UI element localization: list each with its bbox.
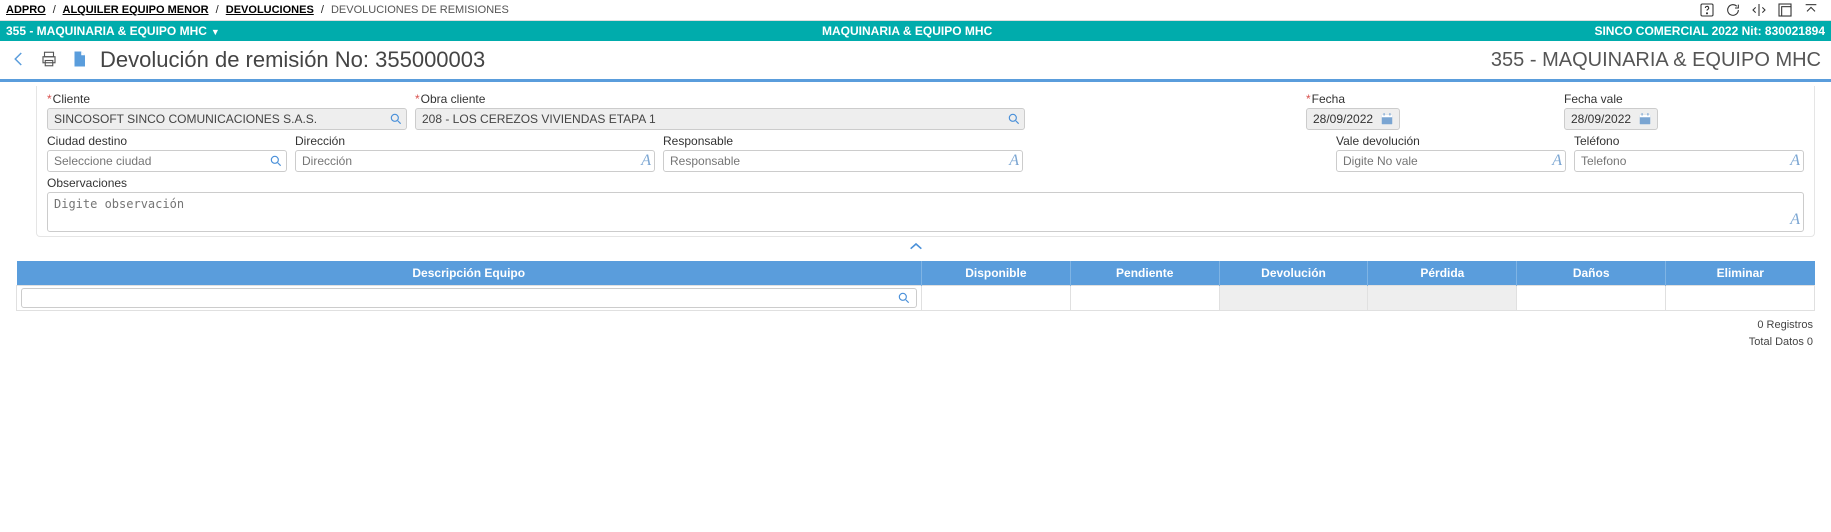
summary-total: Total Datos 0: [0, 334, 1813, 351]
items-table: Descripción Equipo Disponible Pendiente …: [16, 261, 1815, 311]
refresh-icon[interactable]: [1725, 2, 1741, 18]
fechavale-label: Fecha vale: [1564, 92, 1804, 106]
page-context: 355 - MAQUINARIA & EQUIPO MHC: [1491, 49, 1821, 72]
maximize-icon[interactable]: [1777, 2, 1793, 18]
th-disponible: Disponible: [921, 261, 1070, 286]
th-eliminar: Eliminar: [1666, 261, 1815, 286]
cell-eliminar: [1666, 286, 1815, 311]
ciudad-field[interactable]: [47, 150, 287, 172]
license-info: SINCO COMERCIAL 2022 Nit: 830021894: [1594, 24, 1825, 38]
app-title: MAQUINARIA & EQUIPO MHC: [220, 24, 1595, 38]
responsable-field[interactable]: [663, 150, 1023, 172]
cell-devolucion[interactable]: [1219, 286, 1368, 311]
th-descripcion: Descripción Equipo: [17, 261, 922, 286]
text-icon: A: [1790, 153, 1800, 169]
cliente-label: Cliente: [47, 92, 407, 106]
breadcrumb-link-alquiler[interactable]: ALQUILER EQUIPO MENOR: [63, 4, 209, 16]
table-row: [17, 286, 1815, 311]
vale-field[interactable]: [1336, 150, 1566, 172]
breadcrumb-link-adpro[interactable]: ADPRO: [6, 4, 46, 16]
th-pendiente: Pendiente: [1070, 261, 1219, 286]
text-icon: A: [1552, 153, 1562, 169]
direccion-field[interactable]: [295, 150, 655, 172]
ciudad-label: Ciudad destino: [47, 134, 287, 148]
responsable-label: Responsable: [663, 134, 1023, 148]
text-icon: A: [1790, 212, 1800, 228]
cell-disponible: [921, 286, 1070, 311]
page-title: Devolución de remisión No: 355000003: [100, 47, 485, 73]
telefono-field[interactable]: [1574, 150, 1804, 172]
split-icon[interactable]: [1751, 2, 1767, 18]
equipo-search-input[interactable]: [21, 288, 917, 308]
obra-label: Obra cliente: [415, 92, 1025, 106]
telefono-label: Teléfono: [1574, 134, 1804, 148]
print-button[interactable]: [40, 50, 58, 71]
context-dropdown-label: 355 - MAQUINARIA & EQUIPO MHC: [6, 24, 207, 38]
cliente-field[interactable]: [47, 108, 407, 130]
cell-danos: [1517, 286, 1666, 311]
search-icon[interactable]: [897, 291, 911, 308]
document-icon[interactable]: [70, 50, 88, 71]
search-icon[interactable]: [389, 112, 403, 126]
direccion-label: Dirección: [295, 134, 655, 148]
collapse-toggle[interactable]: [0, 237, 1831, 257]
text-icon: A: [641, 153, 651, 169]
vale-label: Vale devolución: [1336, 134, 1566, 148]
obra-field[interactable]: [415, 108, 1025, 130]
th-danos: Daños: [1517, 261, 1666, 286]
text-icon: A: [1009, 153, 1019, 169]
observ-label: Observaciones: [47, 176, 1804, 190]
search-icon[interactable]: [269, 154, 283, 168]
back-button[interactable]: [10, 50, 28, 71]
calendar-icon[interactable]: [1380, 112, 1394, 126]
observ-field[interactable]: [47, 192, 1804, 232]
context-dropdown[interactable]: 355 - MAQUINARIA & EQUIPO MHC▼: [6, 24, 220, 38]
breadcrumb-link-devoluciones[interactable]: DEVOLUCIONES: [226, 4, 314, 16]
cell-perdida[interactable]: [1368, 286, 1517, 311]
cell-pendiente: [1070, 286, 1219, 311]
th-devolucion: Devolución: [1219, 261, 1368, 286]
summary-registros: 0 Registros: [0, 317, 1813, 334]
breadcrumb-current: DEVOLUCIONES DE REMISIONES: [331, 4, 509, 16]
calendar-icon[interactable]: [1638, 112, 1652, 126]
help-icon[interactable]: [1699, 2, 1715, 18]
breadcrumb: ADPRO / ALQUILER EQUIPO MENOR / DEVOLUCI…: [6, 4, 509, 16]
search-icon[interactable]: [1007, 112, 1021, 126]
fecha-label: Fecha: [1306, 92, 1556, 106]
th-perdida: Pérdida: [1368, 261, 1517, 286]
collapse-up-icon[interactable]: [1803, 2, 1819, 18]
